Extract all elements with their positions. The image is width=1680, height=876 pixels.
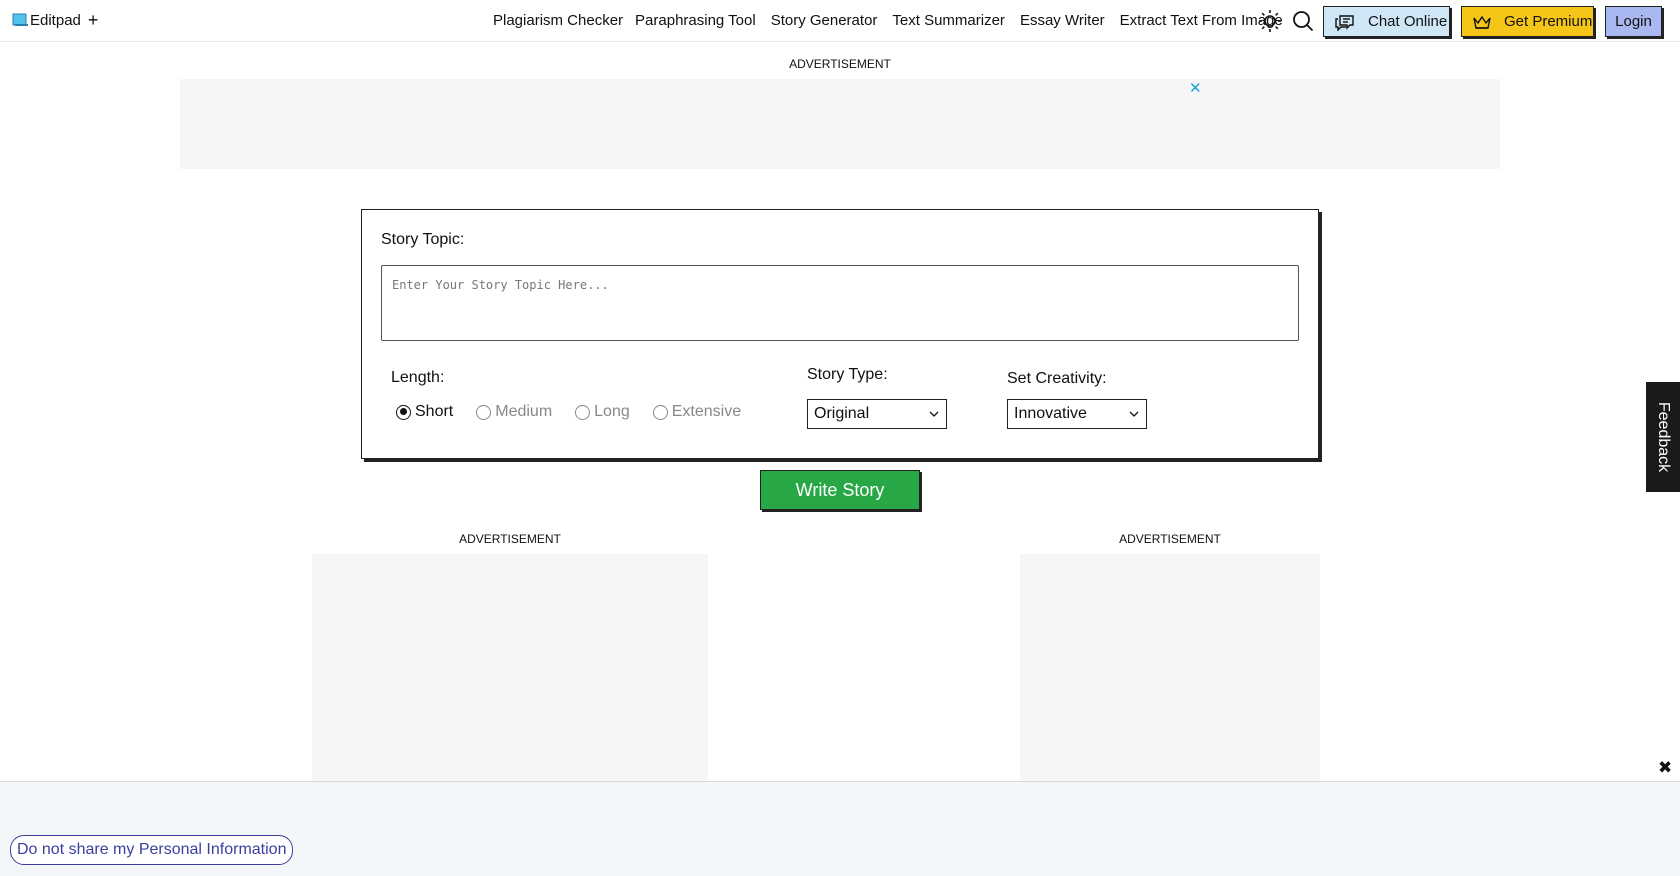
search-icon[interactable] <box>1291 9 1315 33</box>
radio-unchecked-icon <box>575 404 591 420</box>
right-ad-box <box>1020 554 1320 781</box>
chat-icon <box>1335 14 1354 31</box>
logo-plus: + <box>87 10 99 30</box>
nav-essay-writer[interactable]: Essay Writer <box>1020 12 1105 29</box>
chevron-down-icon <box>1129 411 1139 417</box>
creativity-select[interactable]: Innovative <box>1007 399 1147 429</box>
length-radio-long[interactable]: Long <box>575 403 630 421</box>
get-premium-label: Get Premium <box>1504 13 1593 30</box>
story-type-select[interactable]: Original <box>807 399 947 429</box>
chevron-down-icon <box>929 411 939 417</box>
theme-toggle-sun-icon[interactable] <box>1258 9 1282 33</box>
length-option-label: Long <box>594 403 630 420</box>
length-label: Length: <box>391 369 445 386</box>
login-button[interactable]: Login <box>1605 6 1662 37</box>
nav-plagiarism-checker[interactable]: Plagiarism Checker <box>493 12 623 29</box>
chat-online-label: Chat Online <box>1368 13 1448 30</box>
bottom-bar-close-icon[interactable]: ✖ <box>1658 758 1672 778</box>
radio-unchecked-icon <box>652 404 668 420</box>
story-topic-label: Story Topic: <box>381 231 465 248</box>
length-radio-extensive[interactable]: Extensive <box>652 403 742 421</box>
nav-paraphrasing-tool[interactable]: Paraphrasing Tool <box>635 12 756 29</box>
length-radio-short[interactable]: Short <box>396 403 453 421</box>
logo-text: Editpad <box>30 11 81 29</box>
left-ad-label: ADVERTISEMENT <box>459 532 561 546</box>
write-story-button[interactable]: Write Story <box>760 470 920 510</box>
creativity-value: Innovative <box>1014 405 1087 422</box>
top-header: Editpad + Plagiarism Checker Paraphrasin… <box>0 0 1680 42</box>
length-option-label: Medium <box>495 403 553 420</box>
length-radio-group: Short Medium Long Extensive <box>396 403 741 421</box>
main-nav: Plagiarism Checker Paraphrasing Tool Sto… <box>493 12 1283 29</box>
feedback-tab[interactable]: Feedback <box>1646 382 1680 492</box>
length-radio-medium[interactable]: Medium <box>476 403 552 421</box>
left-ad-box <box>312 554 708 781</box>
get-premium-button[interactable]: Get Premium <box>1461 6 1594 37</box>
top-ad-box <box>180 79 1500 169</box>
nav-story-generator[interactable]: Story Generator <box>771 12 878 29</box>
logo[interactable]: Editpad + <box>12 11 98 29</box>
feedback-label: Feedback <box>1655 401 1673 473</box>
story-type-label: Story Type: <box>807 366 888 383</box>
set-creativity-label: Set Creativity: <box>1007 370 1107 387</box>
top-ad-label: ADVERTISEMENT <box>789 57 891 71</box>
do-not-share-info-button[interactable]: Do not share my Personal Information <box>10 835 294 865</box>
right-ad-label: ADVERTISEMENT <box>1119 532 1221 546</box>
story-type-value: Original <box>814 405 870 422</box>
radio-checked-icon <box>396 404 411 420</box>
length-option-label: Short <box>415 403 454 420</box>
story-form-card: Story Topic: Length: Short Medium Long E… <box>361 209 1319 459</box>
length-option-label: Extensive <box>671 403 742 420</box>
radio-unchecked-icon <box>476 404 492 420</box>
nav-text-summarizer[interactable]: Text Summarizer <box>892 12 1005 29</box>
ad-close-icon[interactable]: ✕ <box>1189 79 1202 97</box>
story-topic-input[interactable] <box>381 265 1299 341</box>
crown-icon <box>1473 15 1491 29</box>
logo-icon <box>12 13 28 26</box>
chat-online-button[interactable]: Chat Online <box>1323 6 1450 37</box>
